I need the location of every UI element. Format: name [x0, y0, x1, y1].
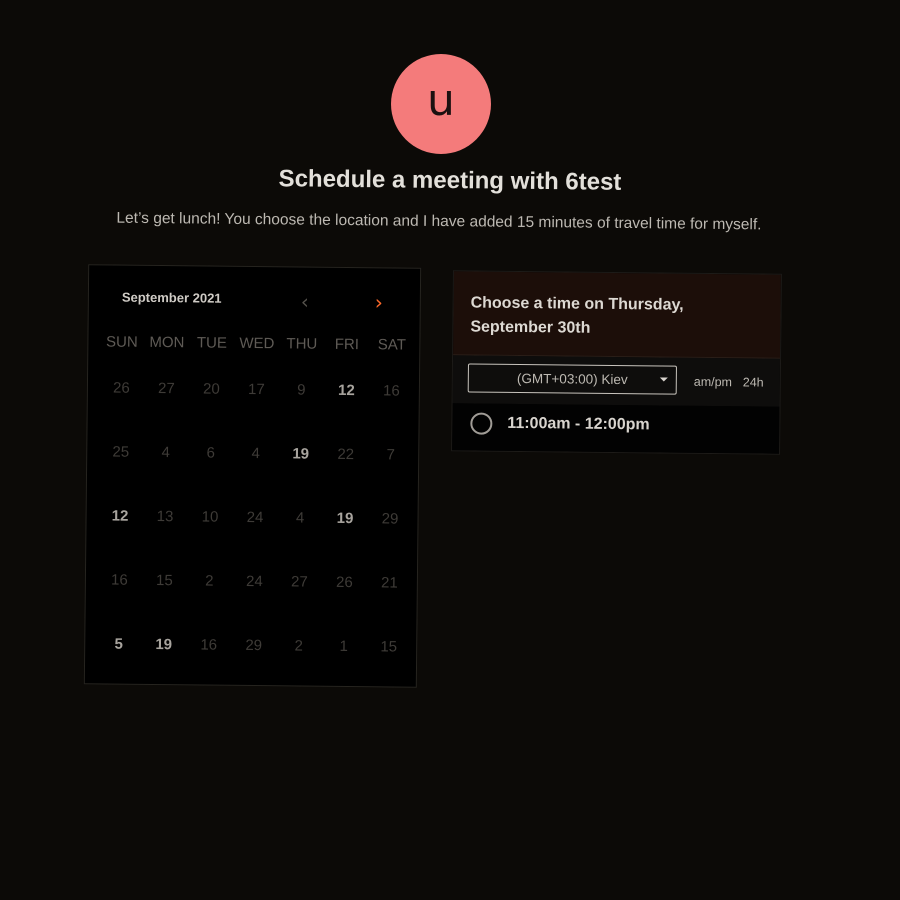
- time-selection-panel: Choose a time on Thursday, September 30t…: [451, 270, 782, 455]
- calendar-day: 10: [201, 508, 219, 526]
- timezone-select[interactable]: (GMT+03:00) Kiev: [467, 363, 677, 395]
- calendar-day-grid: 26 27 20 17 9 12 16 25 4 6 4 19 22 7 12 13 10 24 4 19 29 16 15…: [96, 379, 414, 702]
- date-picker-calendar: September 2021 ‹ › SUN MON TUE WED THU F…: [83, 264, 422, 688]
- calendar-day: 24: [245, 572, 263, 591]
- time-slot-label: 11:00am - 12:00pm: [507, 414, 650, 434]
- weekday-fri: FRI: [334, 335, 360, 354]
- calendar-day-available[interactable]: 12: [97, 507, 143, 571]
- calendar-day: 15: [155, 571, 173, 590]
- calendar-day: 20: [202, 380, 220, 398]
- chevron-left-icon[interactable]: ‹: [295, 289, 315, 313]
- calendar-month-label: September 2021: [121, 289, 222, 306]
- time-panel-header: Choose a time on Thursday, September 30t…: [453, 271, 781, 359]
- calendar-day-available[interactable]: 19: [278, 445, 324, 509]
- avatar-letter: u: [427, 75, 455, 126]
- weekday-thu: THU: [286, 335, 318, 353]
- calendar-day: 27: [290, 573, 308, 591]
- calendar-day: 25: [112, 443, 130, 461]
- timezone-value: (GMT+03:00) Kiev: [516, 370, 628, 388]
- calendar-day: 29: [381, 510, 399, 528]
- calendar-day: 7: [386, 446, 395, 464]
- calendar-day-available[interactable]: 5: [96, 635, 142, 699]
- radio-circle-icon[interactable]: [470, 412, 493, 435]
- weekday-sat: SAT: [377, 336, 406, 354]
- calendar-day: 2: [294, 637, 303, 655]
- event-description: Let’s get lunch! You choose the location…: [116, 209, 762, 234]
- calendar-day: 21: [380, 574, 398, 592]
- calendar-day: 17: [247, 380, 265, 399]
- calendar-day: 13: [156, 507, 174, 526]
- calendar-day: 27: [157, 380, 175, 398]
- timezone-bar: (GMT+03:00) Kiev am/pm 24h: [452, 355, 781, 407]
- calendar-day: 2: [205, 572, 214, 590]
- calendar-day: 4: [295, 509, 305, 527]
- calendar-day: 26: [112, 379, 130, 397]
- calendar-day: 16: [110, 571, 128, 589]
- calendar-day: 24: [246, 508, 264, 527]
- calendar-day-available[interactable]: 19: [141, 636, 187, 700]
- calendar-day-available[interactable]: 12: [323, 382, 369, 446]
- calendar-day: 6: [206, 444, 215, 462]
- format-12h-toggle[interactable]: am/pm: [694, 375, 732, 389]
- calendar-day: 1: [339, 637, 348, 656]
- calendar-weekday-header: SUN MON TUE WED THU FRI SAT: [99, 333, 414, 353]
- caret-down-icon: [659, 377, 668, 382]
- calendar-day: 26: [335, 573, 353, 592]
- calendar-day: 15: [380, 638, 398, 656]
- page-title: Schedule a meeting with 6test: [278, 165, 622, 196]
- calendar-day: 22: [337, 445, 355, 464]
- calendar-day: 9: [297, 381, 306, 399]
- time-slot-option[interactable]: 11:00am - 12:00pm: [452, 403, 780, 455]
- chevron-right-icon[interactable]: ›: [369, 290, 389, 314]
- calendar-day: 4: [251, 444, 260, 463]
- host-avatar: u: [391, 54, 491, 154]
- weekday-tue: TUE: [196, 334, 227, 352]
- calendar-day: 16: [200, 636, 218, 654]
- calendar-day: 4: [161, 444, 171, 462]
- weekday-mon: MON: [149, 333, 185, 352]
- format-24h-toggle[interactable]: 24h: [743, 375, 764, 389]
- time-panel-heading: Choose a time on Thursday, September 30t…: [470, 294, 684, 337]
- calendar-day-available[interactable]: 19: [322, 510, 368, 574]
- weekday-sun: SUN: [105, 333, 138, 351]
- calendar-day: 16: [382, 382, 400, 400]
- weekday-wed: WED: [239, 334, 275, 353]
- calendar-day: 29: [245, 636, 263, 655]
